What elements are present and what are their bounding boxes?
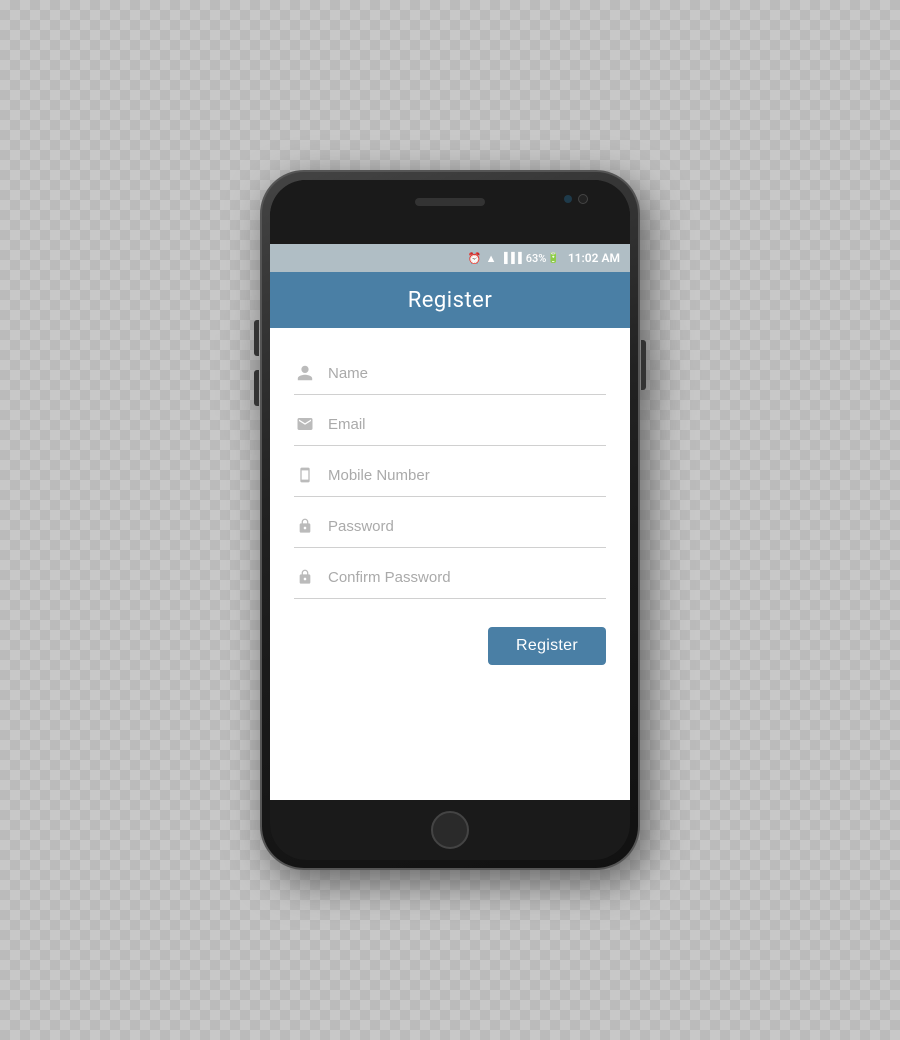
phone-bezel: ⏰ ▲ ▐▐▐ 63% 🔋 11:02 AM Register bbox=[270, 180, 630, 860]
lock-icon bbox=[294, 515, 316, 537]
app-bar: Register bbox=[270, 272, 630, 328]
volume-up-button[interactable] bbox=[254, 320, 259, 356]
confirm-lock-icon bbox=[294, 566, 316, 588]
status-icons: ⏰ ▲ ▐▐▐ 63% 🔋 11:02 AM bbox=[468, 251, 620, 265]
email-field-row bbox=[294, 399, 606, 446]
person-icon bbox=[294, 362, 316, 384]
phone-screen: ⏰ ▲ ▐▐▐ 63% 🔋 11:02 AM Register bbox=[270, 244, 630, 800]
email-icon bbox=[294, 413, 316, 435]
password-field-row bbox=[294, 501, 606, 548]
home-button[interactable] bbox=[431, 811, 469, 849]
app-bar-title: Register bbox=[408, 288, 493, 313]
battery-percent: 63% bbox=[526, 252, 547, 265]
front-camera bbox=[578, 194, 588, 204]
power-button[interactable] bbox=[641, 340, 646, 390]
speaker-grille bbox=[415, 198, 485, 206]
status-bar: ⏰ ▲ ▐▐▐ 63% 🔋 11:02 AM bbox=[270, 244, 630, 272]
name-input[interactable] bbox=[328, 365, 606, 382]
alarm-icon: ⏰ bbox=[468, 252, 482, 265]
front-sensor bbox=[564, 195, 572, 203]
volume-down-button[interactable] bbox=[254, 370, 259, 406]
name-field-row bbox=[294, 348, 606, 395]
mobile-input[interactable] bbox=[328, 467, 606, 484]
battery-icon: 63% 🔋 bbox=[526, 252, 560, 265]
top-bezel bbox=[270, 180, 630, 244]
phone-icon bbox=[294, 464, 316, 486]
wifi-icon: ▲ bbox=[486, 252, 497, 265]
mobile-field-row bbox=[294, 450, 606, 497]
bottom-bezel bbox=[270, 800, 630, 860]
battery-symbol: 🔋 bbox=[547, 253, 559, 264]
register-btn-row: Register bbox=[294, 603, 606, 675]
signal-icon: ▐▐▐ bbox=[500, 253, 521, 264]
register-form: Register bbox=[270, 328, 630, 695]
confirm-password-field-row bbox=[294, 552, 606, 599]
password-input[interactable] bbox=[328, 518, 606, 535]
register-button[interactable]: Register bbox=[488, 627, 606, 665]
status-time: 11:02 AM bbox=[568, 251, 620, 265]
confirm-password-input[interactable] bbox=[328, 569, 606, 586]
email-input[interactable] bbox=[328, 416, 606, 433]
phone-device: ⏰ ▲ ▐▐▐ 63% 🔋 11:02 AM Register bbox=[260, 170, 640, 870]
